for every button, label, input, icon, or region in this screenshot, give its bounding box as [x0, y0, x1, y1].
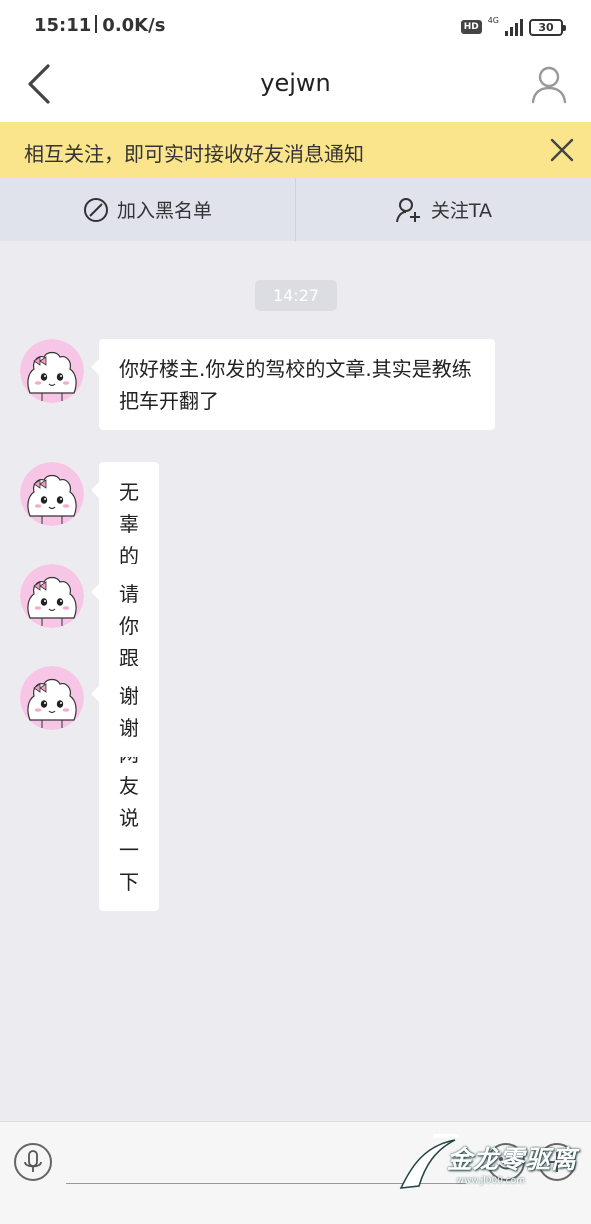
block-icon: [83, 197, 108, 222]
message-bubble[interactable]: 谢谢: [91, 666, 159, 757]
cartoon-avatar-icon: [20, 564, 84, 628]
profile-button[interactable]: [527, 62, 571, 106]
cartoon-avatar-icon: [20, 339, 84, 403]
network-type-label: 4G: [487, 15, 499, 25]
follow-button[interactable]: 关注TA: [296, 178, 591, 241]
status-net-speed: 0.0K/s: [102, 15, 166, 36]
watermark-url: www.jl000.com: [456, 1176, 525, 1186]
avatar[interactable]: [20, 564, 84, 628]
status-separator: [95, 15, 98, 33]
hd-badge: HD: [460, 20, 482, 34]
follow-notice-bar: 相互关注，即可实时接收好友消息通知: [0, 122, 591, 178]
follow-button-label: 关注TA: [430, 200, 493, 222]
watermark-logo: 金龙零驱离 www.jl000.com: [393, 1124, 583, 1204]
status-bar: 15:11 0.0K/s HD 4G 30: [0, 0, 591, 52]
notice-close-button[interactable]: [547, 135, 577, 165]
chat-area[interactable]: 14:27 你好楼主.你发的驾校的文章.其实是教练把车开翻了 无辜的是学员 请你…: [0, 241, 591, 1121]
close-icon: [550, 138, 574, 162]
battery-icon: 30: [529, 18, 566, 36]
status-left: 15:11 0.0K/s: [34, 15, 165, 36]
microphone-icon: [24, 1150, 42, 1172]
notice-text: 相互关注，即可实时接收好友消息通知: [24, 142, 364, 166]
message-time-stamp: 14:27: [255, 280, 337, 311]
message-bubble[interactable]: 你好楼主.你发的驾校的文章.其实是教练把车开翻了: [91, 339, 495, 430]
cartoon-avatar-icon: [20, 666, 84, 730]
block-button[interactable]: 加入黑名单: [0, 178, 295, 241]
action-bar: 加入黑名单 关注TA: [0, 178, 591, 241]
watermark-text: 金龙零驱离: [446, 1145, 577, 1174]
avatar[interactable]: [20, 666, 84, 730]
signal-icon: [505, 18, 523, 36]
nav-bar: yejwn: [0, 52, 591, 122]
add-user-icon: [395, 197, 420, 222]
avatar[interactable]: [20, 339, 84, 403]
avatar[interactable]: [20, 462, 84, 526]
block-button-label: 加入黑名单: [116, 200, 212, 222]
status-icons: HD 4G 30: [460, 15, 566, 38]
cartoon-avatar-icon: [20, 462, 84, 526]
chat-title: yejwn: [260, 69, 331, 97]
status-time: 15:11: [34, 15, 92, 36]
user-icon: [531, 66, 567, 104]
voice-button[interactable]: [14, 1143, 52, 1181]
